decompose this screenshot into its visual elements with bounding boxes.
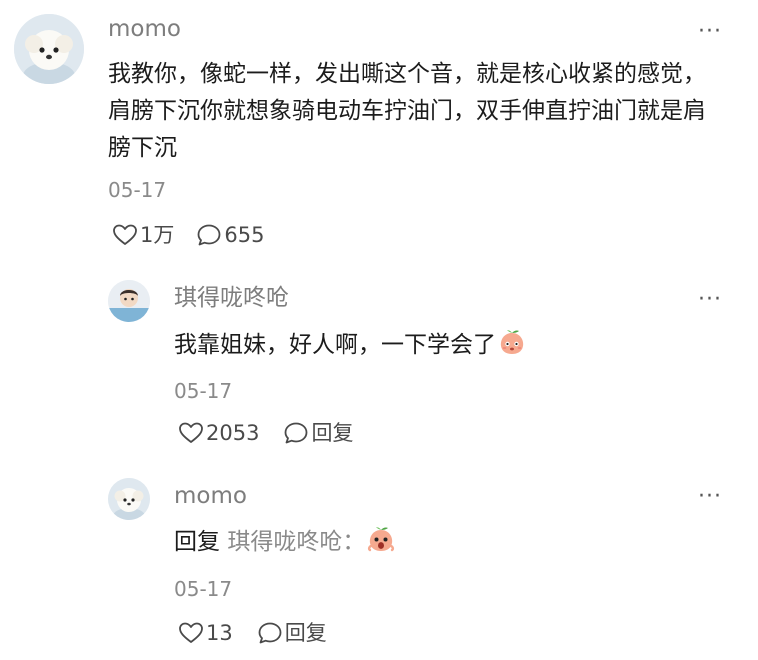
reply-count: 655 (224, 223, 265, 247)
comment-bubble-icon (258, 622, 282, 644)
like-count: 1万 (140, 223, 175, 247)
heart-icon (113, 224, 137, 245)
reply-count-button[interactable]: 655 (196, 222, 264, 248)
like-count: 13 (206, 621, 233, 645)
reply-button[interactable]: 回复 (257, 620, 327, 646)
heart-icon (179, 422, 203, 443)
more-options-icon[interactable]: ··· (698, 21, 722, 43)
more-options-icon[interactable]: ··· (698, 486, 722, 508)
comment-bubble-icon (285, 422, 308, 444)
username[interactable]: momo (108, 14, 181, 44)
peach-face-emoji-icon (498, 328, 526, 368)
reply-label: 回复 (284, 621, 327, 645)
reply-text-line: 回复 琪得咙咚呛： (174, 524, 395, 565)
reply-text-line: 我靠姐妹，好人啊，一下学会了 (174, 327, 526, 368)
more-options-icon[interactable]: ··· (698, 289, 722, 311)
avatar[interactable] (108, 280, 150, 322)
comment-thread: momo ··· 我教你，像蛇一样，发出嘶这个音，就是核心收紧的感觉，肩膀下沉你… (0, 0, 758, 660)
like-button[interactable]: 1万 (112, 222, 174, 248)
like-button[interactable]: 13 (178, 620, 233, 646)
username[interactable]: momo (174, 481, 247, 511)
reply-date: 05-17 (174, 577, 233, 601)
user-avatar-icon (108, 280, 150, 322)
reply-text: 我靠姐妹，好人啊，一下学会了 (174, 332, 496, 358)
dog-avatar-icon (14, 14, 84, 84)
like-button[interactable]: 2053 (178, 420, 259, 446)
avatar[interactable] (108, 478, 150, 520)
like-count: 2053 (206, 421, 260, 445)
comment-text: 我教你，像蛇一样，发出嘶这个音，就是核心收紧的感觉，肩膀下沉你就想象骑电动车拧油… (108, 61, 706, 161)
reply-prefix: 回复 (174, 529, 220, 555)
comment-date: 05-17 (108, 178, 167, 202)
reply-actions: 2053 回复 (178, 420, 353, 446)
comment-bubble-icon (197, 224, 221, 246)
reply-actions: 13 回复 (178, 620, 327, 646)
username[interactable]: 琪得咙咚呛 (174, 283, 289, 313)
reply-label: 回复 (311, 421, 354, 445)
avatar[interactable] (14, 14, 84, 84)
reply-mention[interactable]: 琪得咙咚呛： (227, 529, 365, 555)
reply-button[interactable]: 回复 (283, 420, 353, 446)
peach-surprised-emoji-icon (367, 525, 395, 565)
comment-actions: 1万 655 (112, 222, 264, 248)
heart-icon (179, 622, 203, 643)
reply-date: 05-17 (174, 379, 233, 403)
dog-avatar-icon (108, 478, 150, 520)
